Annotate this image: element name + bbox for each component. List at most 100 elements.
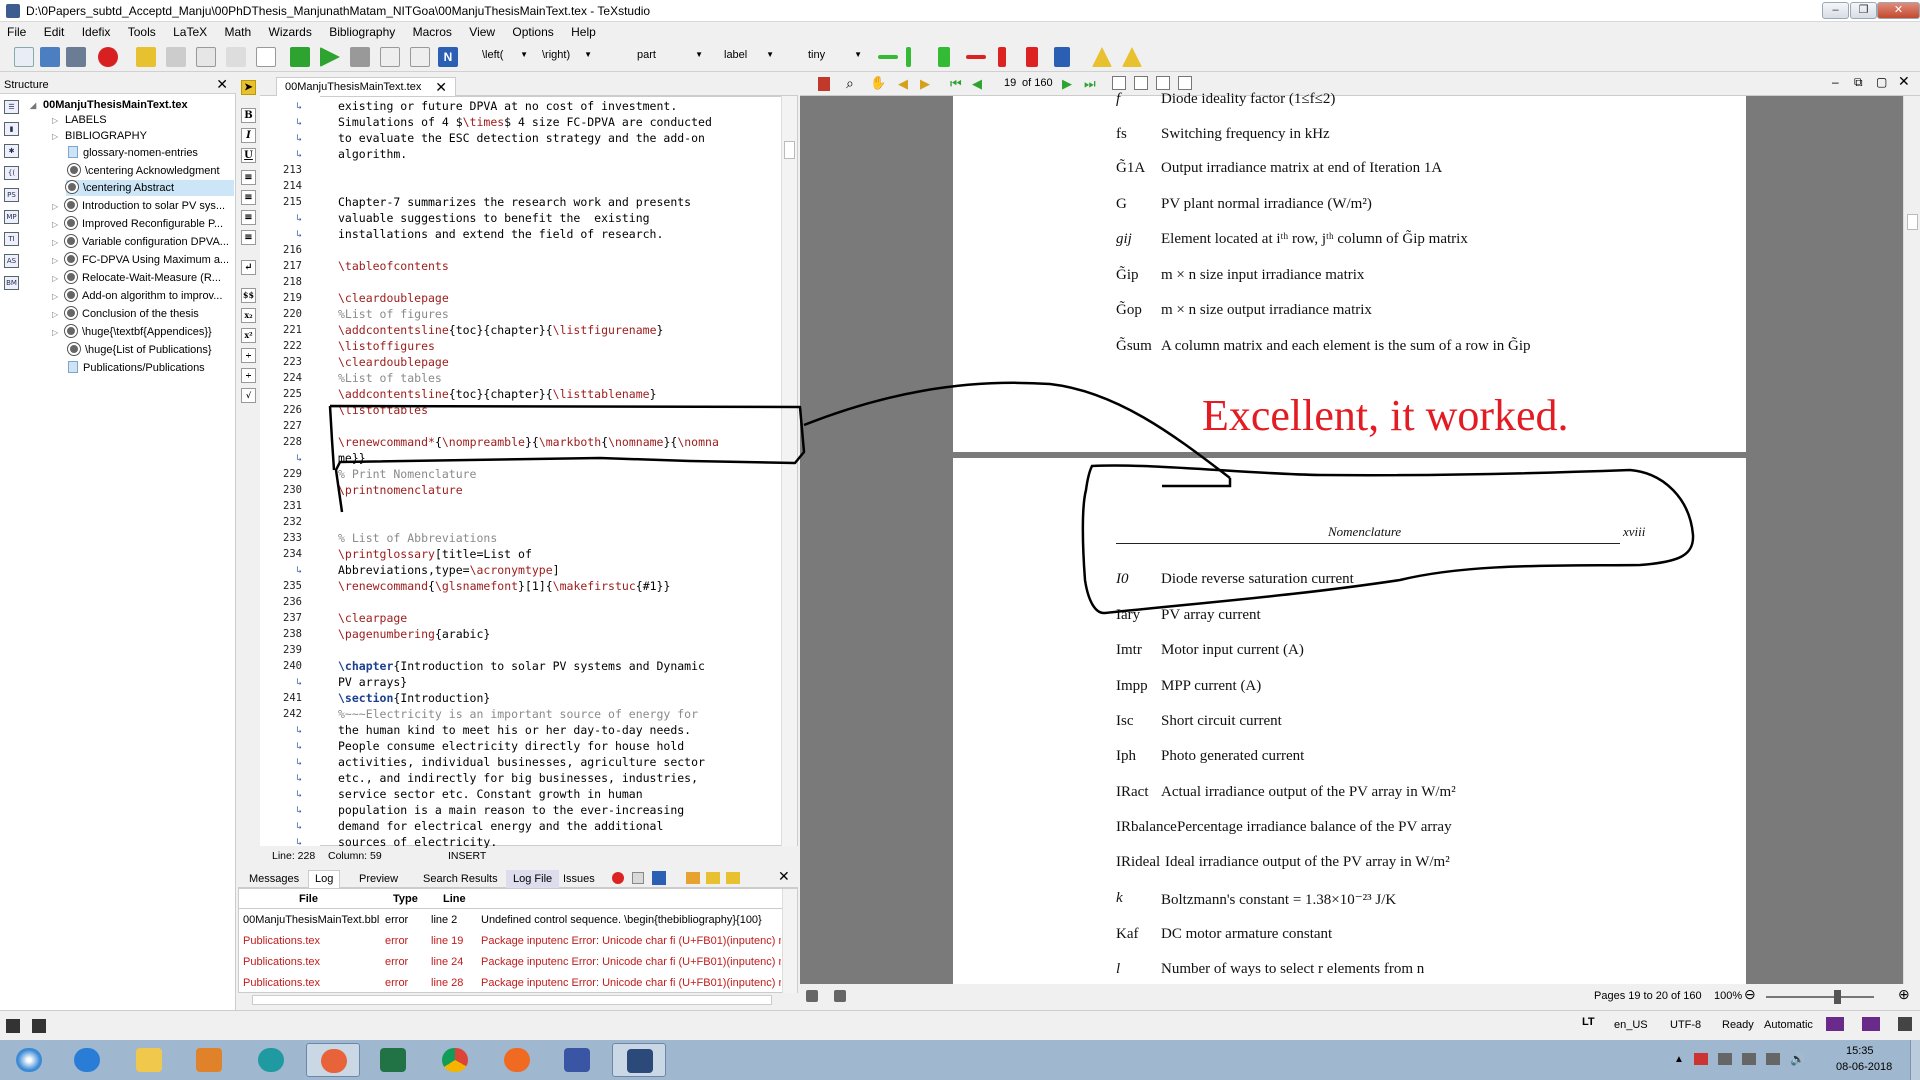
code-line[interactable]: \pagenumbering{arabic} xyxy=(338,626,490,642)
firefox-icon[interactable] xyxy=(490,1043,544,1077)
code-line[interactable]: \section{Introduction} xyxy=(338,690,490,706)
tab-search-results[interactable]: Search Results xyxy=(416,870,505,888)
file-explorer-icon[interactable] xyxy=(122,1043,176,1077)
tray-app-icon[interactable] xyxy=(1694,1053,1708,1065)
code-line[interactable]: People consume electricity directly for … xyxy=(338,738,684,754)
code-line[interactable]: the human kind to meet his or her day-to… xyxy=(338,722,691,738)
redo-icon[interactable] xyxy=(166,47,186,67)
symbols-tab-icon[interactable]: ✱ xyxy=(4,144,19,158)
underline-button[interactable]: U xyxy=(241,148,256,163)
structure-item-abstract[interactable]: \centering Abstract xyxy=(66,180,234,196)
lock-scroll-icon[interactable] xyxy=(834,990,846,1002)
texstudio-taskbar-icon[interactable] xyxy=(612,1043,666,1077)
clock-date[interactable]: 08-06-2018 xyxy=(1836,1061,1892,1073)
view-pdf-icon[interactable] xyxy=(350,47,370,67)
structure-item-appendices[interactable]: ▷ \huge{\textbf{Appendices}} xyxy=(52,324,212,340)
messages-toggle-icon[interactable] xyxy=(32,1019,46,1033)
delete-column-icon[interactable] xyxy=(1026,47,1038,67)
pdf-hand-icon[interactable]: ✋ xyxy=(870,75,886,91)
code-line[interactable]: \chapter{Introduction to solar PV system… xyxy=(338,658,705,674)
code-line[interactable]: \addcontentsline{toc}{chapter}{\listfigu… xyxy=(338,322,663,338)
tab-issues[interactable]: Issues xyxy=(556,870,602,888)
pdf-sync-icon[interactable] xyxy=(818,77,830,91)
zoom-out-icon[interactable]: ⊖ xyxy=(1744,986,1756,1003)
pdf-view-double-icon[interactable] xyxy=(1134,76,1148,90)
editor-scroll-thumb[interactable] xyxy=(784,141,795,159)
pdf-forward-icon[interactable]: ▶ xyxy=(920,76,930,92)
structure-tab-icon[interactable]: ☰ xyxy=(4,100,19,114)
pdf-zoom-icon[interactable]: ⌕ xyxy=(846,75,854,92)
spell-language[interactable]: en_US xyxy=(1614,1019,1648,1031)
pdf-maximize-icon[interactable]: ▢ xyxy=(1876,75,1887,89)
beamer-tab-icon[interactable]: BM xyxy=(4,276,19,290)
code-line[interactable]: %List of tables xyxy=(338,370,442,386)
code-line[interactable]: \renewcommand{\glsnamefont}[1]{\makefirs… xyxy=(338,578,670,594)
next-error-icon[interactable] xyxy=(726,872,740,884)
reference-combo[interactable]: label ▼ xyxy=(724,49,774,66)
close-log-icon[interactable]: ✕ xyxy=(778,868,790,885)
build-compile-icon[interactable] xyxy=(290,47,310,67)
pdf-close-icon[interactable]: ✕ xyxy=(1898,73,1910,90)
menu-options[interactable]: Options xyxy=(505,22,560,39)
tab-messages[interactable]: Messages xyxy=(242,870,306,888)
undo-icon[interactable] xyxy=(136,47,156,67)
fraction-icon[interactable]: ÷ xyxy=(241,348,256,363)
clock-time[interactable]: 15:35 xyxy=(1846,1045,1874,1057)
code-line[interactable]: Simulations of 4 $\times$ 4 size FC-DPVA… xyxy=(338,114,712,130)
menu-idefix[interactable]: Idefix xyxy=(75,22,118,39)
page-number-field[interactable]: 19 xyxy=(1004,77,1016,89)
search-icon[interactable] xyxy=(380,47,400,67)
menu-macros[interactable]: Macros xyxy=(406,22,459,39)
menu-bibliography[interactable]: Bibliography xyxy=(322,22,402,39)
warnings-filter-icon[interactable] xyxy=(632,872,644,884)
structure-item-chapter-4[interactable]: ▷ FC-DPVA Using Maximum a... xyxy=(52,252,229,268)
bookmark-2-icon[interactable] xyxy=(1862,1017,1880,1031)
pdf-tile-icon[interactable]: ⧉ xyxy=(1854,75,1863,90)
left-delimiter-combo[interactable]: \left(▼ xyxy=(482,49,528,66)
log-tool-icon[interactable] xyxy=(686,872,700,884)
media-player-icon[interactable] xyxy=(182,1043,236,1077)
tray-network-icon[interactable] xyxy=(1718,1053,1732,1065)
dfrac-icon[interactable]: ÷ xyxy=(241,368,256,383)
metapost-tab-icon[interactable]: MP xyxy=(4,210,19,224)
zoom-slider-thumb[interactable] xyxy=(1834,990,1841,1004)
align-right-icon[interactable]: ≡ xyxy=(241,210,256,225)
zoom-slider[interactable] xyxy=(1766,996,1874,998)
brackets-tab-icon[interactable]: {( xyxy=(4,166,19,180)
bookmark-1-icon[interactable] xyxy=(1826,1017,1844,1031)
code-line[interactable]: % Print Nomenclature xyxy=(338,466,476,482)
menu-math[interactable]: Math xyxy=(217,22,258,39)
pdf-view-single-icon[interactable] xyxy=(1112,76,1126,90)
pstricks-tab-icon[interactable]: PS xyxy=(4,188,19,202)
cut-icon[interactable] xyxy=(226,47,246,67)
sqrt-icon[interactable]: √ xyxy=(241,388,256,403)
bold-button[interactable]: B xyxy=(241,108,256,123)
pdf-prev-page-icon[interactable]: ◀ xyxy=(972,76,982,92)
right-delimiter-combo[interactable]: \right) ▼ xyxy=(542,49,592,66)
tab-log-file[interactable]: Log File xyxy=(506,870,560,888)
tray-battery-icon[interactable] xyxy=(1766,1053,1780,1065)
log-row[interactable]: 00ManjuThesisMainText.bbl error line 2 U… xyxy=(239,910,782,930)
code-line[interactable]: \tableofcontents xyxy=(338,258,449,274)
menu-view[interactable]: View xyxy=(462,22,502,39)
pin-icon[interactable]: ➤ xyxy=(241,80,256,95)
log-row[interactable]: Publications.tex error line 24 Package i… xyxy=(239,952,782,972)
code-line[interactable]: algorithm. xyxy=(338,146,407,162)
code-line[interactable]: \cleardoublepage xyxy=(338,354,449,370)
tab-log[interactable]: Log xyxy=(308,870,341,888)
superscript-icon[interactable]: x² xyxy=(241,328,256,343)
code-line[interactable]: etc., and indirectly for big businesses,… xyxy=(338,770,698,786)
save-icon[interactable] xyxy=(66,47,86,67)
structure-item-labels[interactable]: ▷ LABELS xyxy=(52,112,107,128)
code-line[interactable]: existing or future DPVA at no cost of in… xyxy=(338,98,677,114)
menu-wizards[interactable]: Wizards xyxy=(262,22,319,39)
subscript-icon[interactable]: x₂ xyxy=(241,308,256,323)
minimize-button[interactable]: – xyxy=(1822,2,1849,19)
zoom-level[interactable]: 100% xyxy=(1714,990,1742,1002)
code-line[interactable]: Abbreviations,type=\acronymtype] xyxy=(338,562,560,578)
menu-help[interactable]: Help xyxy=(564,22,603,39)
close-tab-icon[interactable]: ✕ xyxy=(435,78,447,96)
structure-item-chapter-6[interactable]: ▷ Add-on algorithm to improv... xyxy=(52,288,222,304)
remove-row-icon[interactable] xyxy=(966,55,986,59)
code-line[interactable]: PV arrays} xyxy=(338,674,407,690)
